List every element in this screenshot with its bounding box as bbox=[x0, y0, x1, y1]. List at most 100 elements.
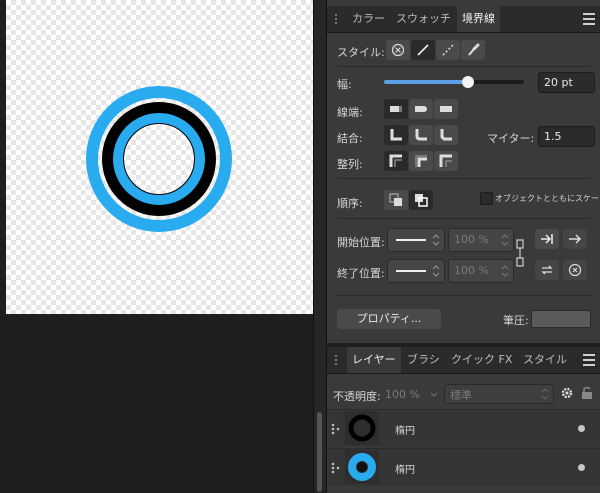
align-inside-button[interactable] bbox=[409, 151, 433, 171]
round-cap-icon bbox=[415, 106, 427, 112]
end-arrowhead-dropdown[interactable] bbox=[387, 259, 445, 283]
panel-grip-icon[interactable] bbox=[335, 14, 343, 24]
end-label: 終了位置: bbox=[337, 267, 385, 280]
panel-menu-icon[interactable] bbox=[583, 354, 595, 366]
chevron-updown-icon bbox=[541, 388, 549, 400]
chevron-updown-icon bbox=[432, 265, 440, 277]
cap-label: 線端: bbox=[337, 106, 363, 119]
width-input[interactable]: 20 pt bbox=[538, 72, 595, 93]
gear-icon[interactable] bbox=[560, 386, 574, 400]
width-label: 幅: bbox=[337, 78, 352, 91]
visibility-dot-icon[interactable] bbox=[578, 464, 585, 471]
miter-join-icon bbox=[390, 129, 402, 141]
butt-cap-button[interactable] bbox=[384, 99, 408, 119]
layer-drag-handle-icon[interactable] bbox=[331, 462, 341, 474]
panel-menu-icon[interactable] bbox=[583, 13, 595, 25]
style-label: スタイル: bbox=[337, 46, 385, 59]
tab-stroke[interactable]: 境界線 bbox=[457, 6, 500, 32]
clear-icon bbox=[568, 263, 582, 277]
layers-panel: レイヤー ブラシ クイック FX スタイル 不透明度: 100 % 標準 楕円 … bbox=[326, 347, 600, 493]
layer-thumbnail bbox=[345, 450, 379, 484]
blue-ring-thumbnail-icon bbox=[348, 453, 376, 481]
order-group bbox=[384, 190, 433, 210]
layer-row[interactable]: 楕円 bbox=[327, 409, 600, 447]
blend-mode-dropdown[interactable]: 標準 bbox=[444, 384, 554, 404]
texture-line-button[interactable] bbox=[461, 40, 485, 60]
panel-grip-icon[interactable] bbox=[335, 355, 343, 365]
tab-layers[interactable]: レイヤー bbox=[347, 347, 401, 373]
end-size-dropdown[interactable]: 100 % bbox=[448, 259, 514, 283]
width-slider[interactable] bbox=[384, 76, 524, 88]
stroke-front-icon bbox=[415, 194, 428, 207]
bevel-join-icon bbox=[440, 129, 452, 141]
canvas-vertical-scrollbar[interactable] bbox=[313, 0, 326, 493]
align-inside-icon bbox=[415, 155, 427, 167]
scrollbar-thumb[interactable] bbox=[317, 412, 322, 492]
chevron-updown-icon bbox=[501, 265, 509, 277]
square-cap-icon bbox=[440, 106, 452, 112]
order-label: 順序: bbox=[337, 197, 363, 210]
miter-label: マイター: bbox=[487, 132, 535, 145]
no-stroke-icon bbox=[391, 43, 405, 57]
width-slider-knob[interactable] bbox=[462, 76, 474, 88]
brush-icon bbox=[468, 43, 480, 56]
stroke-front-button[interactable] bbox=[409, 190, 433, 210]
align-group bbox=[384, 151, 458, 171]
no-stroke-button[interactable] bbox=[386, 40, 410, 60]
tab-swatches[interactable]: スウォッチ bbox=[391, 6, 456, 32]
tab-quick-fx[interactable]: クイック FX bbox=[446, 347, 517, 373]
butt-cap-icon bbox=[390, 106, 402, 112]
align-center-button[interactable] bbox=[384, 151, 408, 171]
arrowhead-extend-button[interactable] bbox=[535, 229, 559, 249]
layer-row[interactable]: 楕円 bbox=[327, 448, 600, 486]
properties-button[interactable]: プロパティ... bbox=[337, 309, 441, 329]
miter-join-button[interactable] bbox=[384, 125, 408, 145]
cap-group bbox=[384, 99, 458, 119]
pressure-curve-button[interactable] bbox=[531, 310, 591, 328]
line-preview bbox=[396, 239, 426, 241]
start-size-dropdown[interactable]: 100 % bbox=[448, 228, 514, 252]
link-chain-icon[interactable] bbox=[514, 238, 528, 268]
tab-styles[interactable]: スタイル bbox=[518, 347, 572, 373]
divider bbox=[337, 295, 591, 296]
start-arrowhead-dropdown[interactable] bbox=[387, 228, 445, 252]
ellipse-artwork[interactable] bbox=[6, 0, 313, 314]
bevel-join-button[interactable] bbox=[434, 125, 458, 145]
tab-color[interactable]: カラー bbox=[347, 6, 390, 32]
divider bbox=[337, 218, 591, 219]
miter-input[interactable]: 1.5 bbox=[538, 126, 595, 147]
clear-arrowheads-button[interactable] bbox=[563, 260, 587, 280]
chevron-updown-icon bbox=[432, 234, 440, 246]
blend-mode-value: 標準 bbox=[450, 389, 472, 402]
stroke-behind-button[interactable] bbox=[384, 190, 408, 210]
chevron-updown-icon bbox=[501, 234, 509, 246]
lock-icon[interactable] bbox=[581, 386, 593, 400]
join-group bbox=[384, 125, 458, 145]
arrowhead-place-button[interactable] bbox=[563, 229, 587, 249]
scale-with-object-checkbox[interactable] bbox=[480, 192, 493, 205]
opacity-value[interactable]: 100 % bbox=[385, 388, 420, 401]
visibility-dot-icon[interactable] bbox=[578, 425, 585, 432]
start-size-value: 100 % bbox=[454, 233, 489, 246]
document-canvas[interactable] bbox=[0, 0, 313, 493]
chevron-down-icon[interactable] bbox=[430, 392, 438, 398]
start-label: 開始位置: bbox=[337, 236, 385, 249]
swap-arrowheads-button[interactable] bbox=[535, 260, 559, 280]
divider bbox=[337, 178, 591, 179]
dashed-line-button[interactable] bbox=[436, 40, 460, 60]
stroke-behind-icon bbox=[389, 193, 402, 206]
end-size-value: 100 % bbox=[454, 264, 489, 277]
solid-line-button[interactable] bbox=[411, 40, 435, 60]
layer-name[interactable]: 楕円 bbox=[395, 461, 415, 476]
square-cap-button[interactable] bbox=[434, 99, 458, 119]
tab-brushes[interactable]: ブラシ bbox=[402, 347, 445, 373]
round-cap-button[interactable] bbox=[409, 99, 433, 119]
layer-thumbnail bbox=[345, 411, 379, 445]
scale-with-object-label: オブジェクトとともにスケーリング bbox=[495, 194, 600, 203]
align-outside-button[interactable] bbox=[434, 151, 458, 171]
transparent-artboard[interactable] bbox=[6, 0, 313, 314]
arrow-to-line-icon bbox=[541, 234, 553, 244]
round-join-button[interactable] bbox=[409, 125, 433, 145]
layer-drag-handle-icon[interactable] bbox=[331, 423, 341, 435]
layer-name[interactable]: 楕円 bbox=[395, 422, 415, 437]
